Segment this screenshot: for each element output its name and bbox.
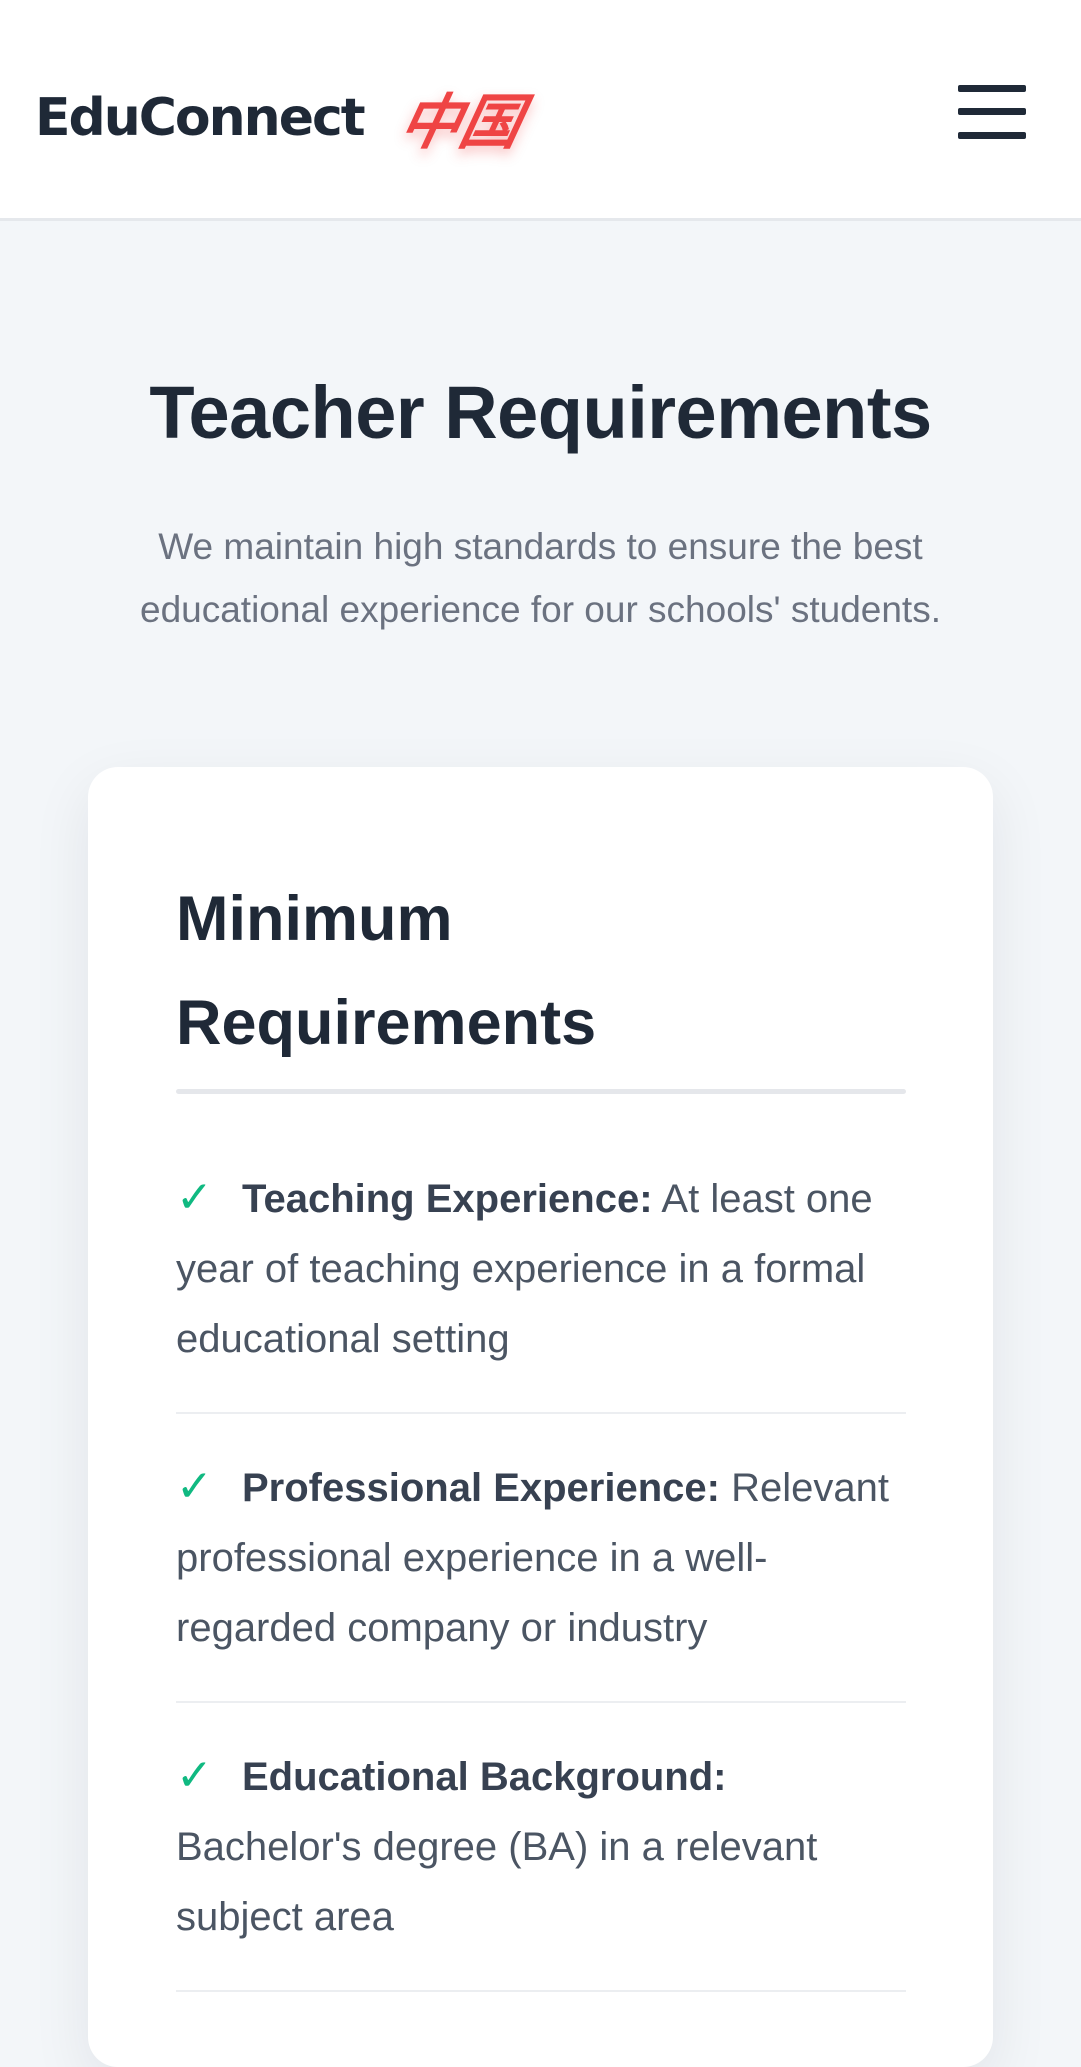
card-title: Minimum Requirements <box>176 884 597 1058</box>
check-icon: ✓ <box>176 1751 213 1800</box>
requirement-text: Bachelor's degree (BA) in a relevant sub… <box>176 1825 818 1939</box>
site-header: EduConnect 中国 <box>0 0 1081 221</box>
requirement-label: Educational Background: <box>242 1755 727 1799</box>
brand-logo[interactable]: EduConnect 中国 <box>35 74 528 161</box>
requirements-card: Minimum Requirements ✓ Teaching Experienc… <box>88 767 993 2067</box>
menu-bar-top <box>958 85 1026 92</box>
page-subtitle: We maintain high standards to ensure the… <box>140 526 941 630</box>
list-item: ✓ Educational Background: Bachelor's degr… <box>176 1741 906 1992</box>
hamburger-menu-icon[interactable] <box>953 82 1026 140</box>
page-title: Teacher Requirements <box>149 371 932 454</box>
requirement-label: Teaching Experience: <box>242 1177 653 1221</box>
brand-mark-china: 中国 <box>393 88 528 158</box>
list-item: ✓ Teaching Experience: At least one year … <box>176 1163 906 1414</box>
menu-bar-middle <box>958 108 1026 115</box>
check-icon: ✓ <box>176 1173 213 1222</box>
list-item: ✓ Professional Experience: Relevant profe… <box>176 1452 906 1703</box>
menu-bar-bottom <box>958 132 1026 139</box>
requirements-list: ✓ Teaching Experience: At least one year … <box>176 1163 906 2030</box>
requirement-label: Professional Experience: <box>242 1466 720 1510</box>
brand-name: EduConnect <box>35 87 366 148</box>
check-icon: ✓ <box>176 1462 213 1511</box>
card-divider <box>176 1089 906 1094</box>
